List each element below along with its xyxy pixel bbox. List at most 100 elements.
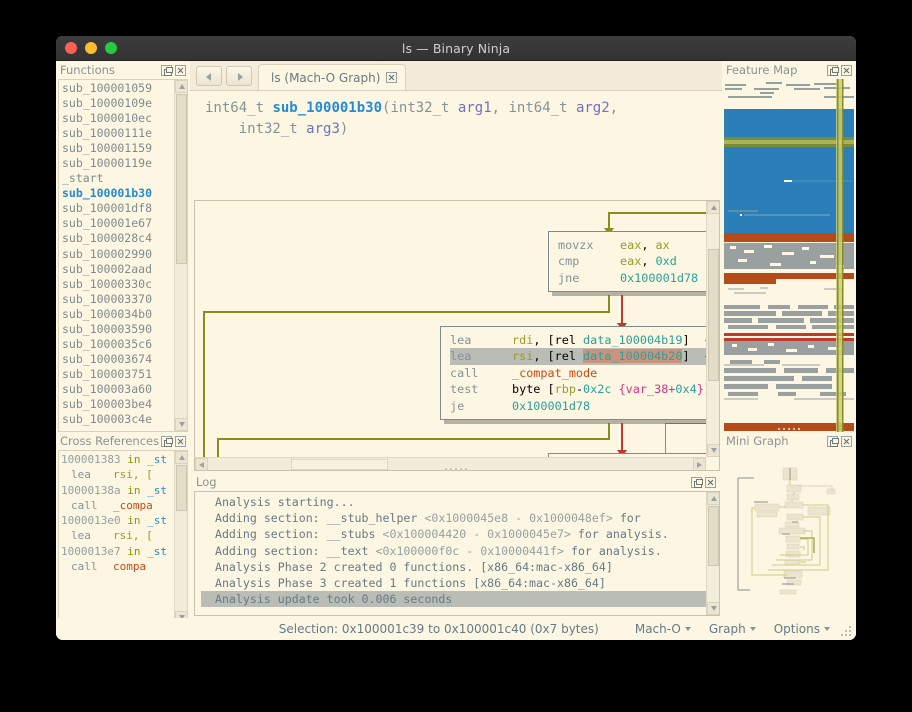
disassembly-line[interactable]: je 0x100001d78 [450,398,706,414]
log-vertical-scrollbar[interactable] [706,492,719,615]
disassembly-line[interactable]: cmp eax, 0xd [558,253,698,269]
function-list-item[interactable]: sub_100003be4 [62,397,174,412]
statusbar-menu-graph[interactable]: Graph [709,622,756,636]
function-list-item[interactable]: sub_100001059 [62,81,174,96]
scrollbar-thumb[interactable] [291,459,388,470]
function-list-item[interactable]: sub_100003a60 [62,382,174,397]
scroll-up-icon[interactable] [707,201,719,214]
xrefs-list[interactable]: 100001383 in _st lea rsi, [10000138a in _s… [59,451,174,624]
function-list-item[interactable]: sub_1000035c6 [62,337,174,352]
disassembly-line[interactable]: movzx eax, ax [558,237,698,253]
close-icon[interactable] [175,435,186,447]
functions-list-container[interactable]: sub_100001059 sub_10000109e sub_1000010ec s… [58,79,188,432]
functions-list[interactable]: sub_100001059 sub_10000109e sub_1000010ec s… [59,80,174,431]
undock-icon[interactable] [161,435,173,447]
function-list-item[interactable]: sub_100001b30 [62,186,174,201]
graph-block-entry[interactable]: movzx eax, ax cmp eax, 0xd jne 0x100001d78 [548,231,706,293]
close-window-button[interactable] [65,42,77,54]
function-list-item[interactable]: sub_100001159 [62,141,174,156]
log-container[interactable]: Analysis starting... Adding section: __s… [194,491,720,616]
undock-icon[interactable] [161,64,173,76]
scroll-right-icon[interactable] [693,458,706,470]
function-list-item[interactable]: sub_1000028c4 [62,231,174,246]
close-icon[interactable] [705,476,716,488]
scroll-left-icon[interactable] [195,458,208,470]
xrefs-vertical-scrollbar[interactable] [174,451,187,624]
function-list-item[interactable]: sub_100002aad [62,262,174,277]
scroll-down-icon[interactable] [707,444,719,457]
xref-instruction-row[interactable]: call _compa [61,498,174,513]
function-list-item[interactable]: sub_100003c4e [62,412,174,427]
function-list-item[interactable]: sub_100003751 [62,367,174,382]
log-line[interactable]: Analysis Phase 3 created 1 functions [x8… [201,575,706,591]
close-icon[interactable] [841,435,852,447]
feature-map-graphic[interactable] [724,79,854,432]
navigate-forward-button[interactable] [226,66,252,86]
xref-instruction-row[interactable]: lea rsi, [ [61,467,174,482]
log-line[interactable]: Adding section: __text <0x100000f0c - 0x… [201,543,706,559]
scroll-up-icon[interactable] [175,451,187,464]
feature-map-canvas[interactable] [724,79,854,432]
functions-vertical-scrollbar[interactable] [174,80,187,431]
xrefs-list-container[interactable]: 100001383 in _st lea rsi, [10000138a in _s… [58,450,188,638]
scroll-down-icon[interactable] [175,418,187,431]
function-list-item[interactable]: sub_10000109e [62,96,174,111]
function-list-item[interactable]: sub_100003590 [62,322,174,337]
scrollbar-thumb[interactable] [708,506,719,566]
graph-canvas[interactable]: movzx eax, ax cmp eax, 0xd jne 0x100001d78 le… [195,201,706,457]
scroll-down-icon[interactable] [707,602,719,615]
function-list-item[interactable]: sub_100003370 [62,292,174,307]
graph-vertical-scrollbar[interactable] [706,201,719,457]
function-list-item[interactable]: _start [62,171,174,186]
function-list-item[interactable]: sub_1000010ec [62,111,174,126]
signature-function-name[interactable]: sub_100001b30 [272,100,382,116]
disassembly-line[interactable]: call _compat_mode [450,365,706,381]
undock-icon[interactable] [691,476,703,488]
log-line[interactable]: Analysis update took 0.006 seconds [201,591,706,608]
function-list-item[interactable]: sub_100001df8 [62,201,174,216]
scrollbar-thumb[interactable] [176,465,187,511]
graph-view[interactable]: movzx eax, ax cmp eax, 0xd jne 0x100001d78 le… [194,200,720,471]
mini-graph-canvas[interactable] [724,450,854,600]
disassembly-line[interactable]: testbyte [rbp-0x2c {var_38+0x4}], 0x2 [450,381,706,397]
log-line[interactable]: Adding section: __stubs <0x100004420 - 0… [201,526,706,542]
undock-icon[interactable] [827,435,839,447]
xref-instruction-row[interactable]: lea rsi, [ [61,528,174,543]
resize-grip-icon[interactable] [841,626,851,636]
function-list-item[interactable]: sub_10000111e [62,126,174,141]
log-line[interactable]: Analysis Phase 2 created 0 functions. [x… [201,559,706,575]
scrollbar-thumb[interactable] [708,249,719,381]
scrollbar-thumb[interactable] [176,94,187,264]
graph-block-partial[interactable] [665,423,706,457]
scroll-up-icon[interactable] [175,80,187,93]
tab-close-icon[interactable] [386,72,398,83]
minimize-window-button[interactable] [85,42,97,54]
disassembly-line[interactable]: jne 0x100001d78 [558,270,698,286]
xref-instruction-row[interactable]: call compa [61,559,174,574]
scroll-up-icon[interactable] [707,492,719,505]
log-line[interactable]: Analysis starting... [201,494,706,510]
xref-address-row[interactable]: 1000013e0 in _st [61,513,174,528]
xref-address-row[interactable]: 10000138a in _st [61,483,174,498]
function-list-item[interactable]: sub_1000034b0 [62,307,174,322]
mini-graph-graphic[interactable] [724,450,854,600]
xref-address-row[interactable]: 1000013e7 in _st [61,544,174,559]
undock-icon[interactable] [827,64,839,76]
function-list-item[interactable]: sub_100002990 [62,247,174,262]
statusbar-menu-options[interactable]: Options [774,622,830,636]
close-icon[interactable] [175,64,186,76]
function-list-item[interactable]: sub_100001e67 [62,216,174,231]
disassembly-line[interactable]: leardi, [rel data_100004b19] {"bin/ls"} [450,332,706,348]
function-list-item[interactable]: sub_10000330c [62,277,174,292]
close-icon[interactable] [841,64,852,76]
statusbar-menu-macho[interactable]: Mach-O [635,622,691,636]
function-list-item[interactable]: sub_10000119e [62,156,174,171]
disassembly-line[interactable]: learsi, [rel data_100004b20] {"Unix2003"… [450,348,706,365]
xref-address-row[interactable]: 100001383 in _st [61,452,174,467]
zoom-window-button[interactable] [105,42,117,54]
navigate-back-button[interactable] [196,66,222,86]
log-lines[interactable]: Analysis starting... Adding section: __s… [195,492,706,615]
tab-ls-macho-graph[interactable]: ls (Mach-O Graph) [258,64,407,90]
function-list-item[interactable]: sub_100003674 [62,352,174,367]
log-line[interactable]: Adding section: __stub_helper <0x1000045… [201,510,706,526]
